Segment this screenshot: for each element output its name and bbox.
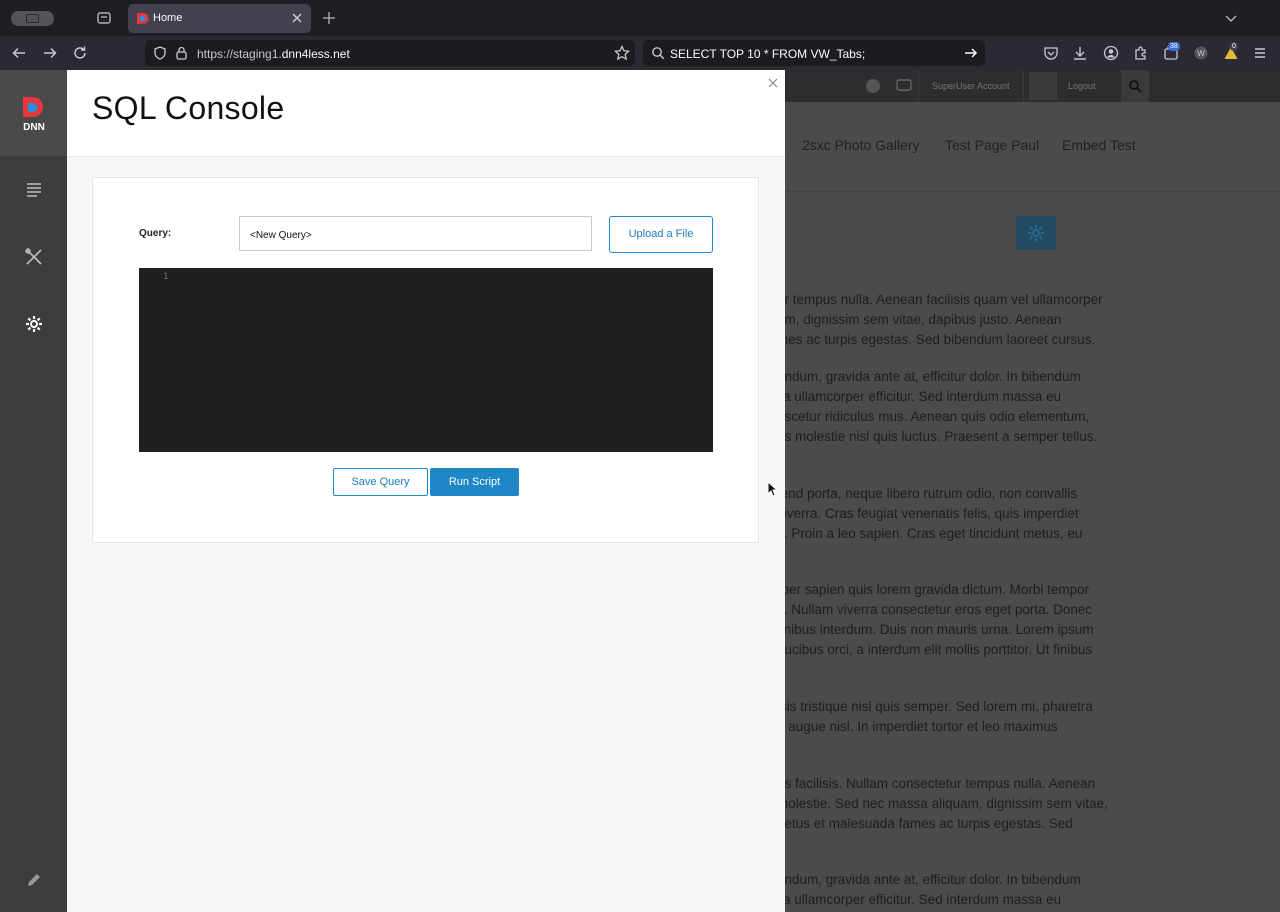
browser-tab-bar: Home bbox=[0, 0, 1280, 36]
bookmark-star-icon[interactable] bbox=[614, 45, 630, 61]
close-tab-icon[interactable] bbox=[290, 11, 304, 25]
nav-item-test-page-paul[interactable]: Test Page Paul bbox=[945, 137, 1039, 153]
search-icon bbox=[652, 47, 665, 60]
user-account-link[interactable]: SuperUser Account bbox=[918, 70, 1024, 102]
content-icon[interactable] bbox=[24, 180, 44, 200]
arrow-right-icon[interactable] bbox=[964, 46, 978, 60]
reload-icon[interactable] bbox=[72, 45, 88, 61]
wordpress-icon[interactable]: W bbox=[1193, 45, 1209, 61]
site-navigation: 2sxc Photo Gallery Test Page Paul Embed … bbox=[785, 102, 1280, 192]
website-background: SuperUser Account Logout 2sxc Photo Gall… bbox=[785, 70, 1280, 912]
chevron-down-icon[interactable] bbox=[1224, 11, 1238, 25]
dnn-logo-text: DNN bbox=[23, 122, 45, 133]
lock-icon[interactable] bbox=[175, 46, 188, 60]
mouse-cursor-icon bbox=[767, 481, 777, 497]
address-bar[interactable]: https://staging1.dnn4less.net bbox=[145, 40, 635, 66]
run-script-button[interactable]: Run Script bbox=[430, 468, 519, 496]
query-label: Query: bbox=[139, 228, 172, 239]
manage-icon[interactable] bbox=[24, 247, 44, 267]
query-select[interactable]: <New Query> bbox=[239, 216, 592, 251]
nav-item-embed-test[interactable]: Embed Test bbox=[1062, 137, 1136, 153]
tab-home[interactable]: Home bbox=[128, 4, 311, 33]
settings-icon[interactable] bbox=[24, 314, 44, 334]
search-input[interactable]: SELECT TOP 10 * FROM VW_Tabs; bbox=[670, 47, 865, 61]
extensions-icon[interactable] bbox=[1133, 45, 1149, 61]
nav-item-photo-gallery[interactable]: 2sxc Photo Gallery bbox=[802, 137, 920, 153]
upload-file-button[interactable]: Upload a File bbox=[609, 216, 713, 253]
body-paragraph: fend porta, neque libero rutrum odio, no… bbox=[785, 486, 1083, 541]
messages-icon[interactable] bbox=[895, 77, 913, 95]
warning-badge: 0 bbox=[1230, 42, 1238, 51]
site-search-button[interactable] bbox=[1121, 70, 1149, 102]
body-paragraph: isis tristique nisl quis semper. Sed lor… bbox=[785, 699, 1093, 734]
dnn-logo-icon: DNN bbox=[23, 97, 45, 133]
extension-badge: 38 bbox=[1168, 42, 1180, 51]
line-number: 1 bbox=[163, 272, 169, 282]
tab-overview-icon[interactable] bbox=[96, 10, 112, 26]
body-paragraph: rper sapien quis lorem gravida dictum. M… bbox=[785, 582, 1094, 657]
url-text: https://staging1.dnn4less.net bbox=[197, 47, 350, 61]
page-viewport: DNN SuperUser Account Logout 2sxc Photo … bbox=[0, 70, 1280, 912]
body-paragraph: us facilisis. Nullam consectetur tempus … bbox=[785, 776, 1108, 831]
query-panel: Query: <New Query> Upload a File 1 Save … bbox=[92, 177, 759, 543]
notifications-icon[interactable] bbox=[865, 78, 881, 94]
page-title: SQL Console bbox=[92, 90, 285, 126]
tab-title: Home bbox=[153, 12, 183, 24]
site-control-bar: SuperUser Account Logout bbox=[785, 70, 1280, 102]
persona-bar: DNN bbox=[0, 70, 67, 912]
account-icon[interactable] bbox=[1103, 45, 1119, 61]
logout-link[interactable]: Logout bbox=[1068, 70, 1096, 102]
sidebar-icon bbox=[26, 14, 39, 23]
dnn-favicon-icon bbox=[137, 13, 149, 24]
dnn-logo[interactable]: DNN bbox=[0, 70, 67, 156]
shield-icon[interactable] bbox=[153, 46, 167, 60]
sql-editor[interactable]: 1 bbox=[139, 268, 713, 452]
panel-header: SQL Console bbox=[67, 70, 785, 157]
save-query-button[interactable]: Save Query bbox=[333, 468, 428, 496]
body-paragraph: endum, gravida ante at, efficitur dolor.… bbox=[785, 369, 1098, 444]
avatar[interactable] bbox=[1029, 72, 1057, 100]
search-icon bbox=[1129, 80, 1142, 93]
download-icon[interactable] bbox=[1072, 45, 1088, 61]
back-icon[interactable] bbox=[11, 45, 27, 61]
svg-text:W: W bbox=[1197, 49, 1205, 58]
new-tab-icon[interactable] bbox=[322, 11, 336, 25]
search-bar[interactable]: SELECT TOP 10 * FROM VW_Tabs; bbox=[643, 40, 985, 66]
module-settings-button[interactable] bbox=[1016, 216, 1056, 250]
menu-icon[interactable] bbox=[1252, 45, 1268, 61]
edit-icon[interactable] bbox=[24, 870, 44, 890]
pocket-icon[interactable] bbox=[1043, 45, 1059, 61]
body-paragraph: ur tempus nulla. Aenean facilisis quam v… bbox=[785, 292, 1103, 347]
forward-icon[interactable] bbox=[42, 45, 58, 61]
browser-toolbar: https://staging1.dnn4less.net SELECT TOP… bbox=[0, 36, 1280, 70]
close-icon[interactable] bbox=[767, 77, 779, 89]
gear-icon bbox=[1028, 225, 1044, 241]
sql-console-panel: SQL Console Query: <New Query> Upload a … bbox=[67, 70, 785, 912]
sidebar-toggle-button[interactable] bbox=[11, 11, 54, 26]
body-paragraph: endum, gravida ante at, efficitur dolor.… bbox=[785, 872, 1081, 907]
